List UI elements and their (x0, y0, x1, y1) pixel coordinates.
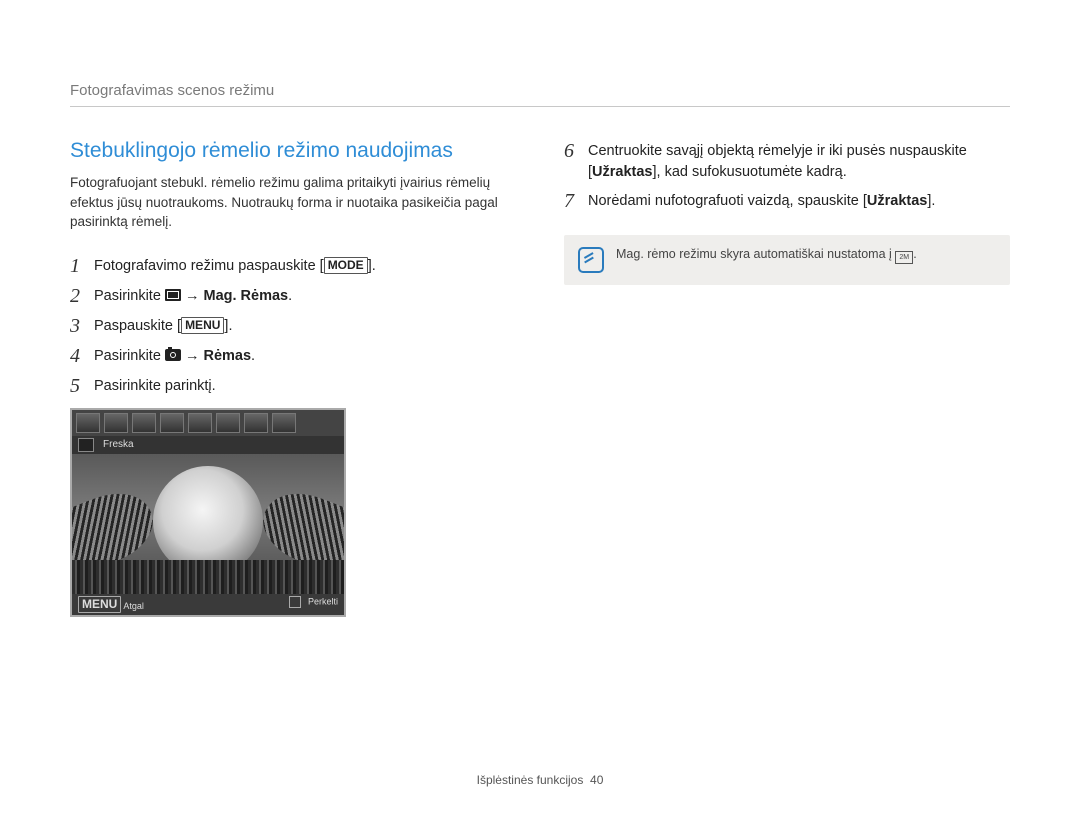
preview-footer: MENU Atgal Perkelti (72, 594, 344, 615)
note-text: Mag. rėmo režimu skyra automatiškai nust… (616, 247, 895, 261)
step-4: 4 Pasirinkite → Rėmas. (70, 344, 516, 368)
step-6: 6 Centruokite savąjį objektą rėmelyje ir… (564, 139, 1010, 183)
footer-section: Išplėstinės funkcijos (477, 773, 584, 787)
step-bold: Rėmas (203, 348, 251, 364)
frame-icon (78, 438, 94, 452)
preview-thumb (216, 413, 240, 433)
step-number: 6 (564, 139, 588, 163)
step-text: Pasirinkite (94, 348, 165, 364)
step-bold: Mag. Rėmas (203, 288, 288, 304)
menu-button-label: MENU (181, 317, 224, 334)
preview-thumb (188, 413, 212, 433)
preview-thumb (76, 413, 100, 433)
grass-graphic (72, 560, 344, 594)
steps-list-right: 6 Centruokite savąjį objektą rėmelyje ir… (564, 139, 1010, 213)
step-text: Fotografavimo režimu paspauskite (94, 258, 320, 274)
step-text: Paspauskite (94, 318, 177, 334)
preview-thumb-row (72, 410, 344, 436)
footer-page: 40 (590, 773, 603, 787)
step-number: 3 (70, 314, 94, 338)
preview-label-row: Freska (72, 436, 344, 454)
left-column: Stebuklingojo rėmelio režimo naudojimas … (70, 139, 516, 617)
scn-icon (165, 289, 181, 301)
preview-thumb (244, 413, 268, 433)
steps-list-left: 1 Fotografavimo režimu paspauskite [MODE… (70, 254, 516, 398)
step-text: Pasirinkite parinktį. (94, 374, 216, 397)
step-7: 7 Norėdami nufotografuoti vaizdą, spausk… (564, 189, 1010, 213)
step-number: 1 (70, 254, 94, 278)
step-number: 7 (564, 189, 588, 213)
preview-thumb (104, 413, 128, 433)
preview-screenshot: Freska MENU Atgal (70, 408, 346, 617)
camera-icon (165, 349, 181, 361)
mode-button-label: MODE (324, 257, 368, 274)
preview-thumb (160, 413, 184, 433)
page-header: Fotografavimas scenos režimu (70, 82, 1010, 107)
right-column: 6 Centruokite savąjį objektą rėmelyje ir… (564, 139, 1010, 617)
resolution-icon: 2M (895, 251, 913, 264)
step-3: 3 Paspauskite [MENU]. (70, 314, 516, 338)
preview-footer-left: Atgal (123, 601, 144, 611)
preview-footer-right: Perkelti (308, 596, 338, 606)
step-number: 4 (70, 344, 94, 368)
note-icon (578, 247, 604, 273)
page-footer: Išplėstinės funkcijos 40 (0, 773, 1080, 787)
step-2: 2 Pasirinkite → Mag. Rėmas. (70, 284, 516, 308)
note-box: Mag. rėmo režimu skyra automatiškai nust… (564, 235, 1010, 285)
step-text: Pasirinkite (94, 288, 165, 304)
shutter-label: Užraktas (867, 193, 927, 209)
shutter-label: Užraktas (592, 164, 652, 180)
step-1: 1 Fotografavimo režimu paspauskite [MODE… (70, 254, 516, 278)
step-5: 5 Pasirinkite parinktį. (70, 374, 516, 398)
step-number: 2 (70, 284, 94, 308)
step-number: 5 (70, 374, 94, 398)
preview-thumb (272, 413, 296, 433)
preview-label: Freska (103, 439, 134, 450)
intro-text: Fotografuojant stebukl. rėmelio režimu g… (70, 173, 516, 232)
section-title: Stebuklingojo rėmelio režimo naudojimas (70, 139, 516, 163)
move-icon (289, 596, 301, 608)
preview-menu-btn: MENU (78, 596, 121, 613)
step-text: Norėdami nufotografuoti vaizdą, spauskit… (588, 193, 867, 209)
preview-thumb (132, 413, 156, 433)
preview-canvas (72, 454, 344, 594)
